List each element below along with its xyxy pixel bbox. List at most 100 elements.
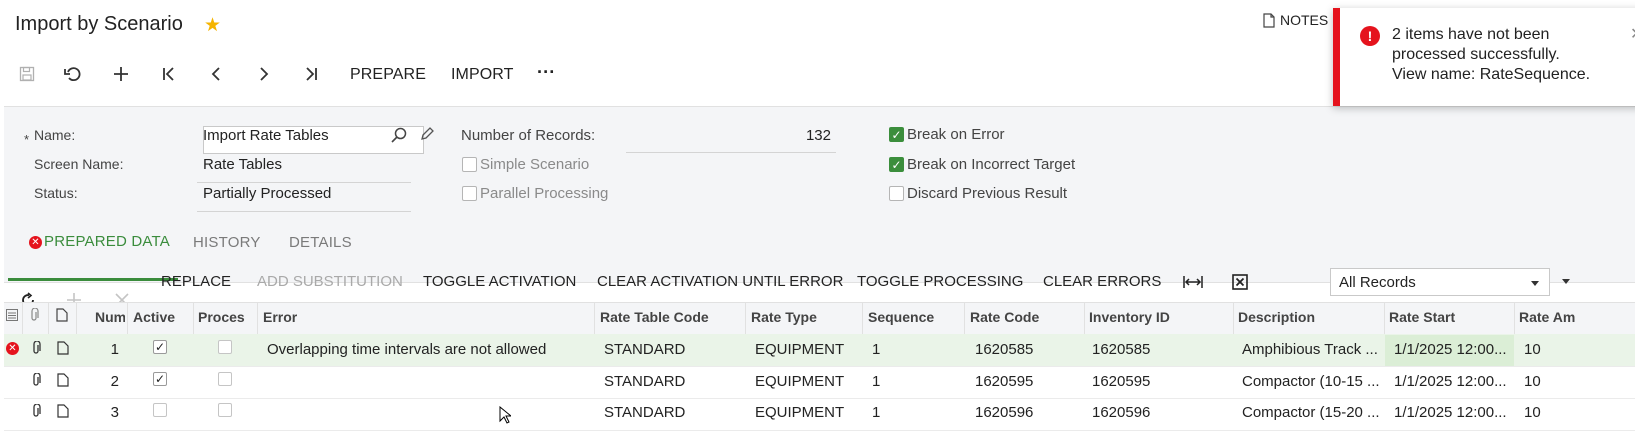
tab-prepared-data-label: PREPARED DATA — [44, 233, 170, 250]
tab-history[interactable]: HISTORY — [193, 234, 261, 251]
error-toast: ! 2 items have not been processed succes… — [1333, 8, 1635, 106]
row-status-header-icon — [6, 309, 18, 321]
column-header-rate-amount[interactable]: Rate Am — [1519, 309, 1635, 325]
records-underline — [626, 152, 836, 153]
add-substitution-button[interactable]: ADD SUBSTITUTION — [257, 273, 403, 290]
note-icon[interactable] — [57, 404, 69, 418]
records-label: Number of Records: — [461, 127, 596, 144]
cell-inventory-id: 1620585 — [1092, 341, 1151, 358]
parallel-processing-label: Parallel Processing — [480, 185, 609, 202]
processed-checkbox[interactable] — [218, 372, 232, 386]
column-header-inventory-id[interactable]: Inventory ID — [1089, 309, 1170, 325]
parallel-processing-checkbox[interactable] — [462, 186, 477, 201]
active-checkbox[interactable] — [153, 403, 167, 417]
column-header-rate-type[interactable]: Rate Type — [751, 309, 817, 325]
last-record-icon[interactable] — [299, 62, 323, 86]
column-header-rate-table-code[interactable]: Rate Table Code — [600, 309, 709, 325]
col-divider — [76, 302, 77, 336]
toast-message-line-2: processed successfully. — [1392, 46, 1560, 63]
column-header-description[interactable]: Description — [1238, 309, 1315, 325]
more-actions-button[interactable]: ··· — [537, 62, 555, 83]
search-icon[interactable] — [391, 127, 407, 143]
simple-scenario-checkbox[interactable] — [462, 157, 477, 172]
column-header-error[interactable]: Error — [263, 309, 297, 325]
notes-button[interactable]: NOTES — [1263, 12, 1328, 28]
cell-rate-type: EQUIPMENT — [755, 373, 845, 390]
toggle-processing-button[interactable]: TOGGLE PROCESSING — [857, 273, 1023, 290]
records-filter-select[interactable]: All Records — [1330, 268, 1550, 296]
toast-message-line-1: 2 items have not been — [1392, 26, 1550, 43]
clear-errors-button[interactable]: CLEAR ERRORS — [1043, 273, 1161, 290]
column-header-num[interactable]: Num — [95, 309, 125, 325]
cell-rate-type: EQUIPMENT — [755, 341, 845, 358]
chevron-down-icon — [1531, 281, 1539, 286]
export-excel-icon[interactable] — [1228, 270, 1252, 294]
discard-previous-result-checkbox[interactable] — [889, 186, 904, 201]
processed-checkbox[interactable] — [218, 340, 232, 354]
tab-prepared-data[interactable]: ✕ PREPARED DATA — [29, 233, 170, 250]
tab-details[interactable]: DETAILS — [289, 234, 352, 251]
col-divider — [964, 302, 965, 336]
attachment-icon[interactable] — [30, 341, 42, 355]
cell-rate-amount: 10 — [1524, 373, 1541, 390]
active-tab-indicator — [8, 278, 178, 281]
cell-num: 1 — [110, 341, 119, 358]
column-header-active[interactable]: Active — [133, 309, 175, 325]
processed-checkbox[interactable] — [218, 403, 232, 417]
note-icon[interactable] — [57, 341, 69, 355]
cell-description: Compactor (15-20 ... — [1242, 404, 1380, 421]
cell-rate-table-code: STANDARD — [604, 373, 686, 390]
col-divider — [48, 302, 49, 336]
document-icon — [1263, 12, 1275, 28]
replace-button[interactable]: REPLACE — [161, 273, 231, 290]
col-divider — [193, 302, 194, 336]
attachment-icon[interactable] — [30, 404, 42, 418]
break-on-incorrect-target-label: Break on Incorrect Target — [907, 156, 1076, 173]
col-divider — [1384, 302, 1385, 336]
col-divider — [745, 302, 746, 336]
more-chevron-down-icon[interactable] — [1562, 279, 1570, 284]
status-value: Partially Processed — [203, 185, 332, 202]
clear-activation-until-error-button[interactable]: CLEAR ACTIVATION UNTIL ERROR — [597, 273, 843, 290]
prepare-button[interactable]: PREPARE — [350, 66, 426, 84]
next-record-icon[interactable] — [252, 62, 276, 86]
note-icon[interactable] — [57, 373, 69, 387]
break-on-incorrect-target-checkbox[interactable]: ✓ — [889, 157, 904, 172]
cell-error: Overlapping time intervals are not allow… — [267, 341, 547, 358]
cell-rate-table-code: STANDARD — [604, 404, 686, 421]
edit-icon[interactable] — [420, 126, 435, 141]
name-input-value[interactable]: Import Rate Tables — [203, 127, 329, 144]
column-header-sequence[interactable]: Sequence — [868, 309, 934, 325]
cell-rate-start[interactable]: 1/1/2025 12:00... — [1394, 341, 1510, 358]
close-icon[interactable]: ✕ — [1630, 24, 1635, 44]
undo-icon[interactable] — [61, 62, 85, 86]
cell-rate-start: 1/1/2025 12:00... — [1394, 404, 1507, 421]
column-header-processed[interactable]: Proces — [198, 309, 254, 325]
column-header-rate-start[interactable]: Rate Start — [1389, 309, 1455, 325]
add-icon[interactable] — [109, 62, 133, 86]
previous-record-icon[interactable] — [204, 62, 228, 86]
favorite-star-icon[interactable]: ★ — [204, 14, 221, 37]
col-divider — [1233, 302, 1234, 336]
notes-label: NOTES — [1280, 12, 1329, 28]
break-on-error-checkbox[interactable]: ✓ — [889, 127, 904, 142]
break-on-error-label: Break on Error — [907, 126, 1005, 143]
toggle-activation-button[interactable]: TOGGLE ACTIVATION — [423, 273, 576, 290]
cell-inventory-id: 1620595 — [1092, 373, 1151, 390]
first-record-icon[interactable] — [157, 62, 181, 86]
save-icon[interactable] — [15, 62, 39, 86]
cell-rate-code: 1620595 — [975, 373, 1034, 390]
attachment-icon[interactable] — [30, 373, 42, 387]
status-underline — [197, 211, 411, 212]
error-icon: ! — [1360, 26, 1380, 46]
fit-columns-icon[interactable] — [1181, 270, 1205, 294]
column-header-rate-code[interactable]: Rate Code — [970, 309, 1039, 325]
active-checkbox[interactable]: ✓ — [153, 340, 167, 354]
cell-rate-table-code: STANDARD — [604, 341, 686, 358]
screen-name-underline — [197, 182, 411, 183]
import-button[interactable]: IMPORT — [451, 66, 514, 84]
active-checkbox[interactable]: ✓ — [153, 372, 167, 386]
cell-num: 3 — [110, 404, 119, 421]
cell-sequence: 1 — [872, 341, 881, 358]
import-by-scenario-page: Import by Scenario ★ NOTES PREPARE IMPOR… — [0, 0, 1635, 441]
